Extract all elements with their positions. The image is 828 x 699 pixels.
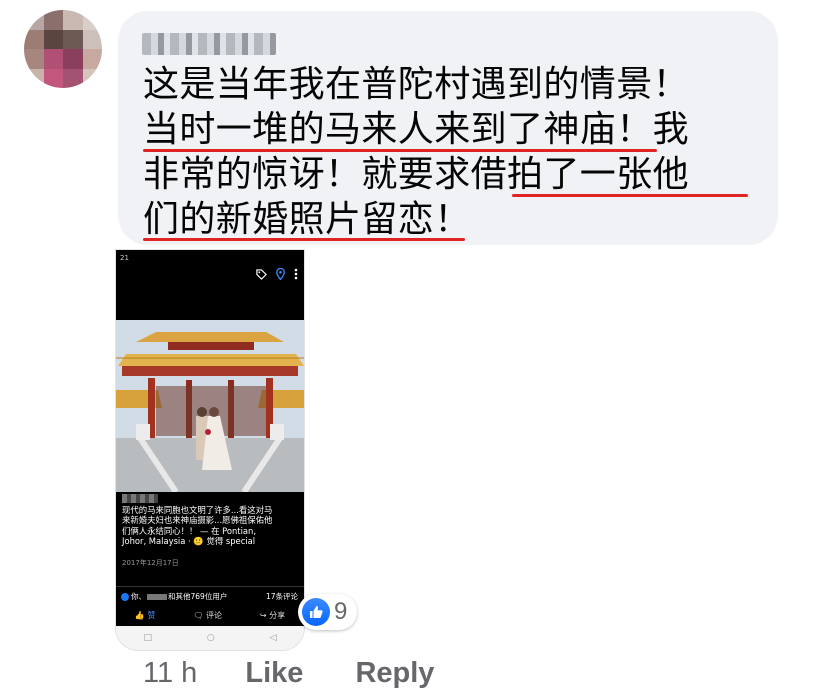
reactions-summary: 你、 和其他769位用户 [121, 591, 227, 602]
redacted-name [147, 594, 167, 600]
caption-line: 来新婚夫妇也来神庙摄影...愿佛祖保佑他 [122, 515, 273, 526]
comment-line: 非常的惊讶！就要求借拍了一张他 [143, 154, 690, 195]
poster-name-blurred [122, 494, 158, 503]
attached-screenshot[interactable]: 21 现代的马来同胞也文明了许多...看这对马 来新婚夫妇也来神庙摄影...愿佛… [116, 250, 304, 650]
caption-line: Johor, Malaysia · 🙂 觉得 special [122, 536, 256, 547]
comment-line: 这是当年我在普陀村遇到的情景！ [143, 64, 690, 105]
comment-action: 🗨 评论 [193, 610, 222, 620]
post-action-bar: 👍 赞 🗨 评论 ↪ 分享 [116, 604, 304, 626]
location-pin-icon [276, 267, 285, 282]
photo-caption: 现代的马来同胞也文明了许多...看这对马 来新婚夫妇也来神庙摄影...愿佛祖保佑… [116, 492, 304, 586]
red-underline [512, 194, 748, 197]
reply-button[interactable]: Reply [355, 657, 434, 689]
comment-line: 当时一堆的马来人来到了神庙！我 [143, 109, 690, 150]
recent-apps-icon: □ [143, 633, 152, 643]
comment-count: 17条评论 [265, 592, 298, 601]
caption-date: 2017年12月17日 [122, 559, 179, 567]
back-icon: ◁ [269, 633, 277, 643]
like-button[interactable]: Like [245, 657, 303, 689]
speech-bubble-icon: 🗨 [193, 610, 204, 620]
android-nav-bar: □ ○ ◁ [116, 626, 304, 650]
share-arrow-icon: ↪ [259, 610, 267, 620]
share-action: ↪ 分享 [259, 610, 286, 620]
reaction-badge[interactable]: 9 [298, 594, 358, 630]
more-vertical-icon [294, 268, 298, 282]
tag-icon [256, 268, 267, 282]
thumbs-up-icon: 👍 [134, 610, 145, 620]
photo-viewer-header: 21 [116, 250, 304, 320]
reaction-count: 9 [334, 598, 348, 625]
temple-wedding-photo [116, 320, 304, 492]
home-icon: ○ [206, 633, 215, 643]
comment-line: 们的新婚照片留恋！ [143, 199, 471, 240]
comment-timestamp[interactable]: 11 h [143, 657, 197, 689]
status-bar-time: 21 [120, 254, 129, 262]
like-action: 👍 赞 [134, 610, 156, 620]
like-icon [121, 593, 129, 601]
caption-line: 现代的马来同胞也文明了许多...看这对马 [122, 505, 273, 515]
caption-line: 们俩人永结同心！！ — 在 Pontian, [122, 525, 257, 536]
caption-text: 现代的马来同胞也文明了许多...看这对马 来新婚夫妇也来神庙摄影...愿佛祖保佑… [122, 505, 302, 547]
comment-text: 这是当年我在普陀村遇到的情景！ 当时一堆的马来人来到了神庙！我 非常的惊讶！就要… [143, 62, 763, 242]
post-stats-bar: 你、 和其他769位用户 17条评论 [116, 586, 304, 605]
author-name-blurred[interactable] [142, 33, 276, 55]
red-underline [143, 238, 465, 241]
commenter-avatar[interactable] [24, 10, 102, 88]
comment-meta: 11 h Like Reply [143, 657, 478, 690]
red-underline [143, 149, 657, 152]
like-reaction-icon [302, 598, 330, 626]
